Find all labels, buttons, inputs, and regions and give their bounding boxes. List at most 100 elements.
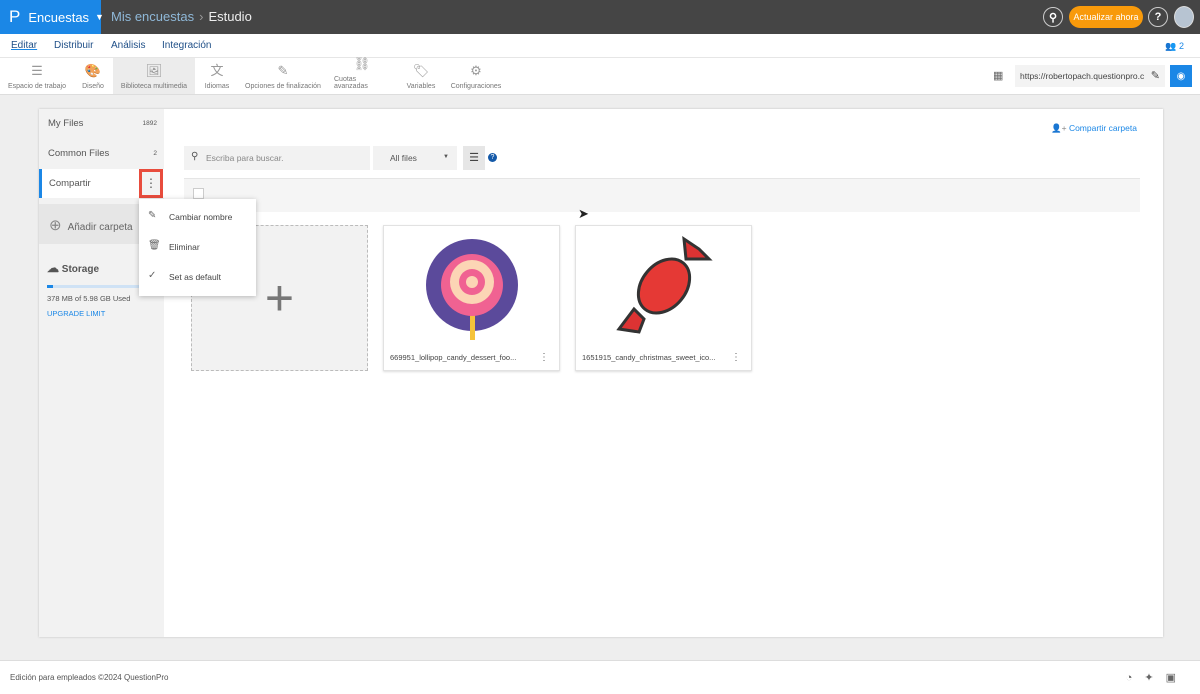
trash-icon: 🗑 [148, 240, 161, 251]
folder-label: Compartir [49, 178, 91, 189]
candy-image [576, 226, 751, 346]
top-bar: P Encuestas ▼ Mis encuestas › Estudio ⚲ Actu… [0, 0, 1200, 34]
file-type-select[interactable]: All files ▼ [373, 146, 457, 170]
tool-label: Diseño [82, 83, 104, 90]
search-input[interactable]: ⚲ Escriba para buscar. [184, 146, 370, 170]
chat-icon[interactable]: ▣ [1166, 672, 1188, 684]
search-icon[interactable]: ⚲ [1043, 7, 1063, 27]
footer-text: Edición para empleados ©2024 QuestionPro [10, 673, 169, 682]
tool-label: Opciones de finalización [245, 83, 321, 90]
qr-code-icon[interactable]: ▦ [993, 69, 1003, 82]
tool-design[interactable]: 🎨 Diseño [74, 58, 112, 94]
lollipop-image [384, 226, 559, 346]
storage-bar [47, 285, 139, 288]
gear-icon: ⚙ [470, 63, 482, 78]
list-icon: ☰ [31, 63, 43, 78]
folder-count: 2 [153, 150, 157, 157]
menu-item-label: Eliminar [169, 242, 200, 252]
tool-settings[interactable]: ⚙ Configuraciones [450, 58, 502, 94]
help-icon[interactable]: ? [1148, 7, 1168, 27]
add-folder-label: Añadir carpeta [67, 222, 133, 233]
magic-wand-icon: ✎ [277, 63, 289, 78]
survey-url: https://robertopach.questionpro.com [1020, 71, 1144, 81]
mouse-cursor-icon: ➤ [578, 206, 589, 221]
folder-label: My Files [48, 118, 84, 129]
survey-url-field[interactable]: https://robertopach.questionpro.com ✎ [1015, 65, 1165, 87]
check-circle-icon: ✓ [148, 270, 157, 281]
tool-variables[interactable]: 🏷 Variables [404, 58, 438, 94]
tab-integracion[interactable]: Integración [162, 40, 211, 51]
speedometer-icon[interactable]: ◔ [1126, 672, 1145, 684]
file-type-value: All files [390, 153, 417, 163]
tool-label: Biblioteca multimedia [120, 83, 188, 90]
select-all-checkbox[interactable] [193, 188, 204, 199]
product-switcher[interactable]: P Encuestas ▼ [0, 0, 104, 34]
file-options-icon[interactable]: ⋮ [731, 352, 741, 363]
translate-icon: 文 [210, 63, 224, 78]
add-user-icon: 👤+ [1051, 123, 1067, 133]
tool-quotas[interactable]: ⛓ Cuotas avanzadas [334, 56, 390, 94]
tab-editar[interactable]: Editar [11, 40, 37, 51]
file-name: 669951_lollipop_candy_dessert_foo... [390, 353, 517, 362]
menu-item-label: Cambiar nombre [169, 212, 233, 222]
users-count: 2 [1178, 41, 1184, 51]
search-placeholder: Escriba para buscar. [206, 153, 284, 163]
tool-label: Cuotas avanzadas [334, 76, 368, 90]
tab-distribuir[interactable]: Distribuir [54, 40, 93, 51]
footer: Edición para empleados ©2024 QuestionPro… [0, 660, 1200, 694]
folder-context-menu: ✎ Cambiar nombre 🗑 Eliminar ✓ Set as defaul… [139, 199, 256, 296]
sparkle-icon[interactable]: ✦ [1144, 672, 1165, 684]
list-view-button[interactable]: ☰ [463, 146, 485, 170]
tool-languages[interactable]: 文 Idiomas [200, 58, 234, 94]
cloud-icon: ☁ [47, 261, 59, 275]
tool-label: Variables [406, 83, 436, 90]
tool-media-library[interactable]: 🖼 Biblioteca multimedia [113, 58, 195, 94]
preview-button[interactable]: ◉ [1170, 65, 1192, 87]
product-name: Encuestas [28, 9, 90, 25]
pencil-icon[interactable]: ✎ [1151, 69, 1160, 82]
caret-down-icon: ▼ [95, 12, 104, 22]
file-card[interactable]: 1651915_candy_christmas_sweet_ico... ⋮ [575, 225, 752, 371]
plus-icon: + [264, 270, 295, 326]
avatar[interactable] [1174, 6, 1194, 28]
file-card[interactable]: 669951_lollipop_candy_dessert_foo... ⋮ [383, 225, 560, 371]
folder-my-files[interactable]: My Files 1892 [39, 109, 164, 139]
storage-title: Storage [61, 264, 100, 275]
collaborators[interactable]: 👥 2 [1165, 41, 1184, 52]
toolbar: ☰ Espacio de trabajo 🎨 Diseño 🖼 Biblioteca … [0, 56, 1200, 95]
breadcrumb-parent[interactable]: Mis encuestas [111, 9, 194, 24]
tag-icon: 🏷 [412, 63, 430, 78]
caret-down-icon: ▼ [443, 154, 449, 160]
upgrade-button[interactable]: Actualizar ahora [1069, 6, 1143, 28]
menu-item-set-default[interactable]: ✓ Set as default [139, 262, 256, 292]
share-folder-label: Compartir carpeta [1068, 123, 1137, 133]
questionpro-logo-icon: P [9, 7, 21, 26]
share-folder-button[interactable]: 👤+ Compartir carpeta [1051, 123, 1137, 134]
tool-workspace[interactable]: ☰ Espacio de trabajo [8, 58, 66, 94]
plus-circle-icon: ⊕ [49, 217, 62, 234]
upgrade-limit-link[interactable]: UPGRADE LIMIT [47, 309, 105, 318]
storage-used: 378 MB of 5.98 GB Used [47, 294, 131, 303]
chevron-right-icon: › [199, 9, 204, 24]
file-options-icon[interactable]: ⋮ [539, 352, 549, 363]
eye-icon: ◉ [1176, 70, 1186, 82]
folder-label: Common Files [48, 148, 110, 159]
media-library-panel: My Files 1892 Common Files 2 Compartir ⋮ ⊕… [39, 109, 1163, 637]
list-icon: ☰ [469, 152, 479, 164]
palette-icon: 🎨 [84, 63, 102, 78]
image-icon: 🖼 [145, 63, 163, 78]
help-icon[interactable]: ? [488, 153, 497, 162]
menu-item-delete[interactable]: 🗑 Eliminar [139, 232, 256, 262]
storage-bar-fill [47, 285, 53, 288]
storage-section: ☁ Storage [47, 261, 99, 275]
link-icon: ⛓ [353, 56, 371, 71]
breadcrumb: Mis encuestas › Estudio [111, 9, 252, 24]
tab-analisis[interactable]: Análisis [111, 40, 145, 51]
folder-options-button[interactable]: ⋮ [139, 169, 163, 198]
folder-common-files[interactable]: Common Files 2 [39, 139, 164, 169]
tool-label: Idiomas [204, 83, 230, 90]
folder-count: 1892 [142, 120, 157, 127]
menu-item-rename[interactable]: ✎ Cambiar nombre [139, 202, 256, 232]
tool-end-options[interactable]: ✎ Opciones de finalización [244, 58, 322, 94]
tool-label: Configuraciones [450, 83, 502, 90]
